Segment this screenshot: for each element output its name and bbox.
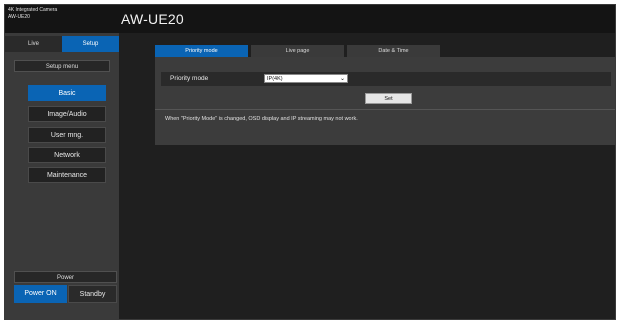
setup-menu-title: Setup menu — [14, 60, 110, 72]
tab-priority-mode[interactable]: Priority mode — [155, 45, 248, 57]
menu-item-image-audio[interactable]: Image/Audio — [28, 106, 106, 122]
tab-live[interactable]: Live — [5, 36, 62, 52]
power-on-button[interactable]: Power ON — [14, 285, 67, 303]
priority-mode-select[interactable]: IP(4K) ⌄ — [264, 74, 348, 83]
model-title: AW-UE20 — [121, 11, 184, 27]
menu-item-network[interactable]: Network — [28, 147, 106, 163]
chevron-down-icon: ⌄ — [339, 76, 345, 82]
tab-date-time[interactable]: Date & Time — [347, 45, 440, 57]
priority-mode-value: IP(4K) — [267, 76, 283, 82]
main-content: Priority mode Live page Date & Time Prio… — [149, 39, 615, 145]
tab-setup[interactable]: Setup — [62, 36, 119, 52]
brand-line-1: 4K Integrated Camera — [8, 7, 58, 13]
divider — [155, 109, 615, 110]
menu-item-maintenance[interactable]: Maintenance — [28, 167, 106, 183]
power-title: Power — [14, 271, 117, 283]
priority-mode-label: Priority mode — [170, 75, 209, 82]
priority-mode-row: Priority mode IP(4K) ⌄ — [161, 72, 611, 86]
tab-live-page[interactable]: Live page — [251, 45, 344, 57]
mode-tabs: Live Setup — [5, 36, 119, 52]
menu-item-user-mng[interactable]: User mng. — [28, 127, 106, 143]
menu-item-basic[interactable]: Basic — [28, 85, 106, 101]
brand-line-2: AW-UE20 — [8, 14, 30, 20]
priority-mode-panel: Priority mode IP(4K) ⌄ Set When "Priorit… — [155, 57, 615, 145]
priority-mode-notice: When "Priority Mode" is changed, OSD dis… — [165, 116, 358, 122]
standby-button[interactable]: Standby — [68, 285, 117, 303]
header: 4K Integrated Camera AW-UE20 AW-UE20 — [5, 5, 615, 33]
browser-frame: 4K Integrated Camera AW-UE20 AW-UE20 Liv… — [4, 4, 616, 320]
set-button[interactable]: Set — [365, 93, 412, 104]
sidebar: Live Setup Setup menu Basic Image/Audio … — [5, 33, 119, 319]
